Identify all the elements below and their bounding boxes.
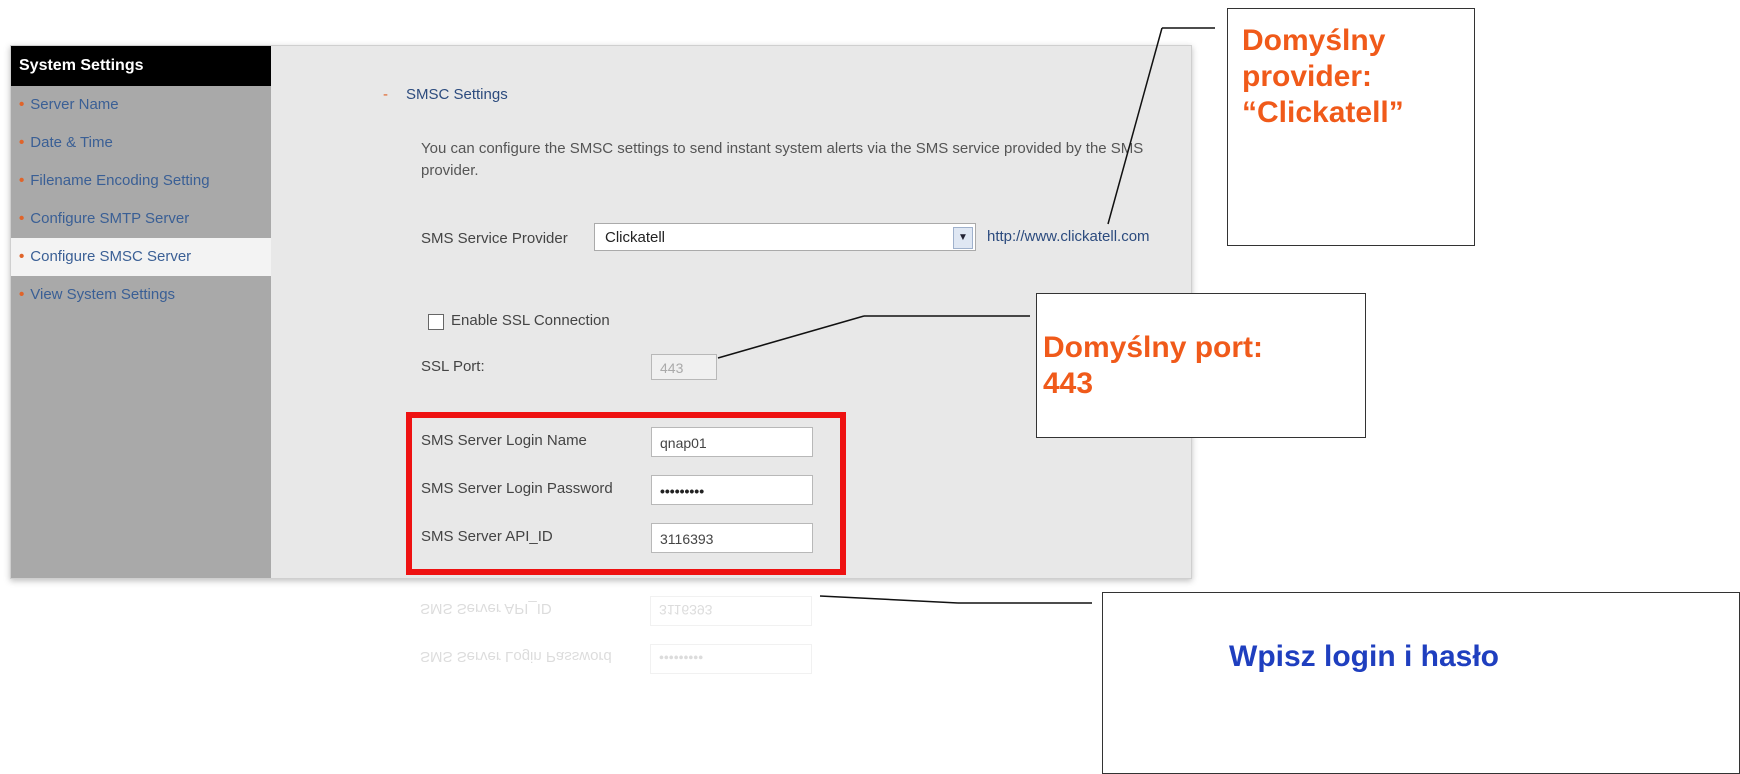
- provider-callout-line-1: Domyślny: [1242, 24, 1386, 57]
- port-callout-line-2: 443: [1043, 367, 1094, 400]
- port-pointer-line: [717, 315, 865, 359]
- login-pointer-line: [819, 595, 959, 604]
- login-callout-text: Wpisz login i hasło: [1229, 640, 1499, 673]
- port-callout-line-1: Domyślny port:: [1043, 331, 1264, 364]
- provider-callout-line-3: “Clickatell”: [1242, 96, 1404, 129]
- provider-pointer-line: [1107, 27, 1163, 225]
- provider-callout: Domyślny provider: “Clickatell”: [1227, 8, 1475, 246]
- port-callout: Domyślny port: 443: [1036, 293, 1366, 438]
- provider-callout-line-2: provider:: [1242, 60, 1373, 93]
- login-callout: Wpisz login i hasło: [1102, 592, 1740, 774]
